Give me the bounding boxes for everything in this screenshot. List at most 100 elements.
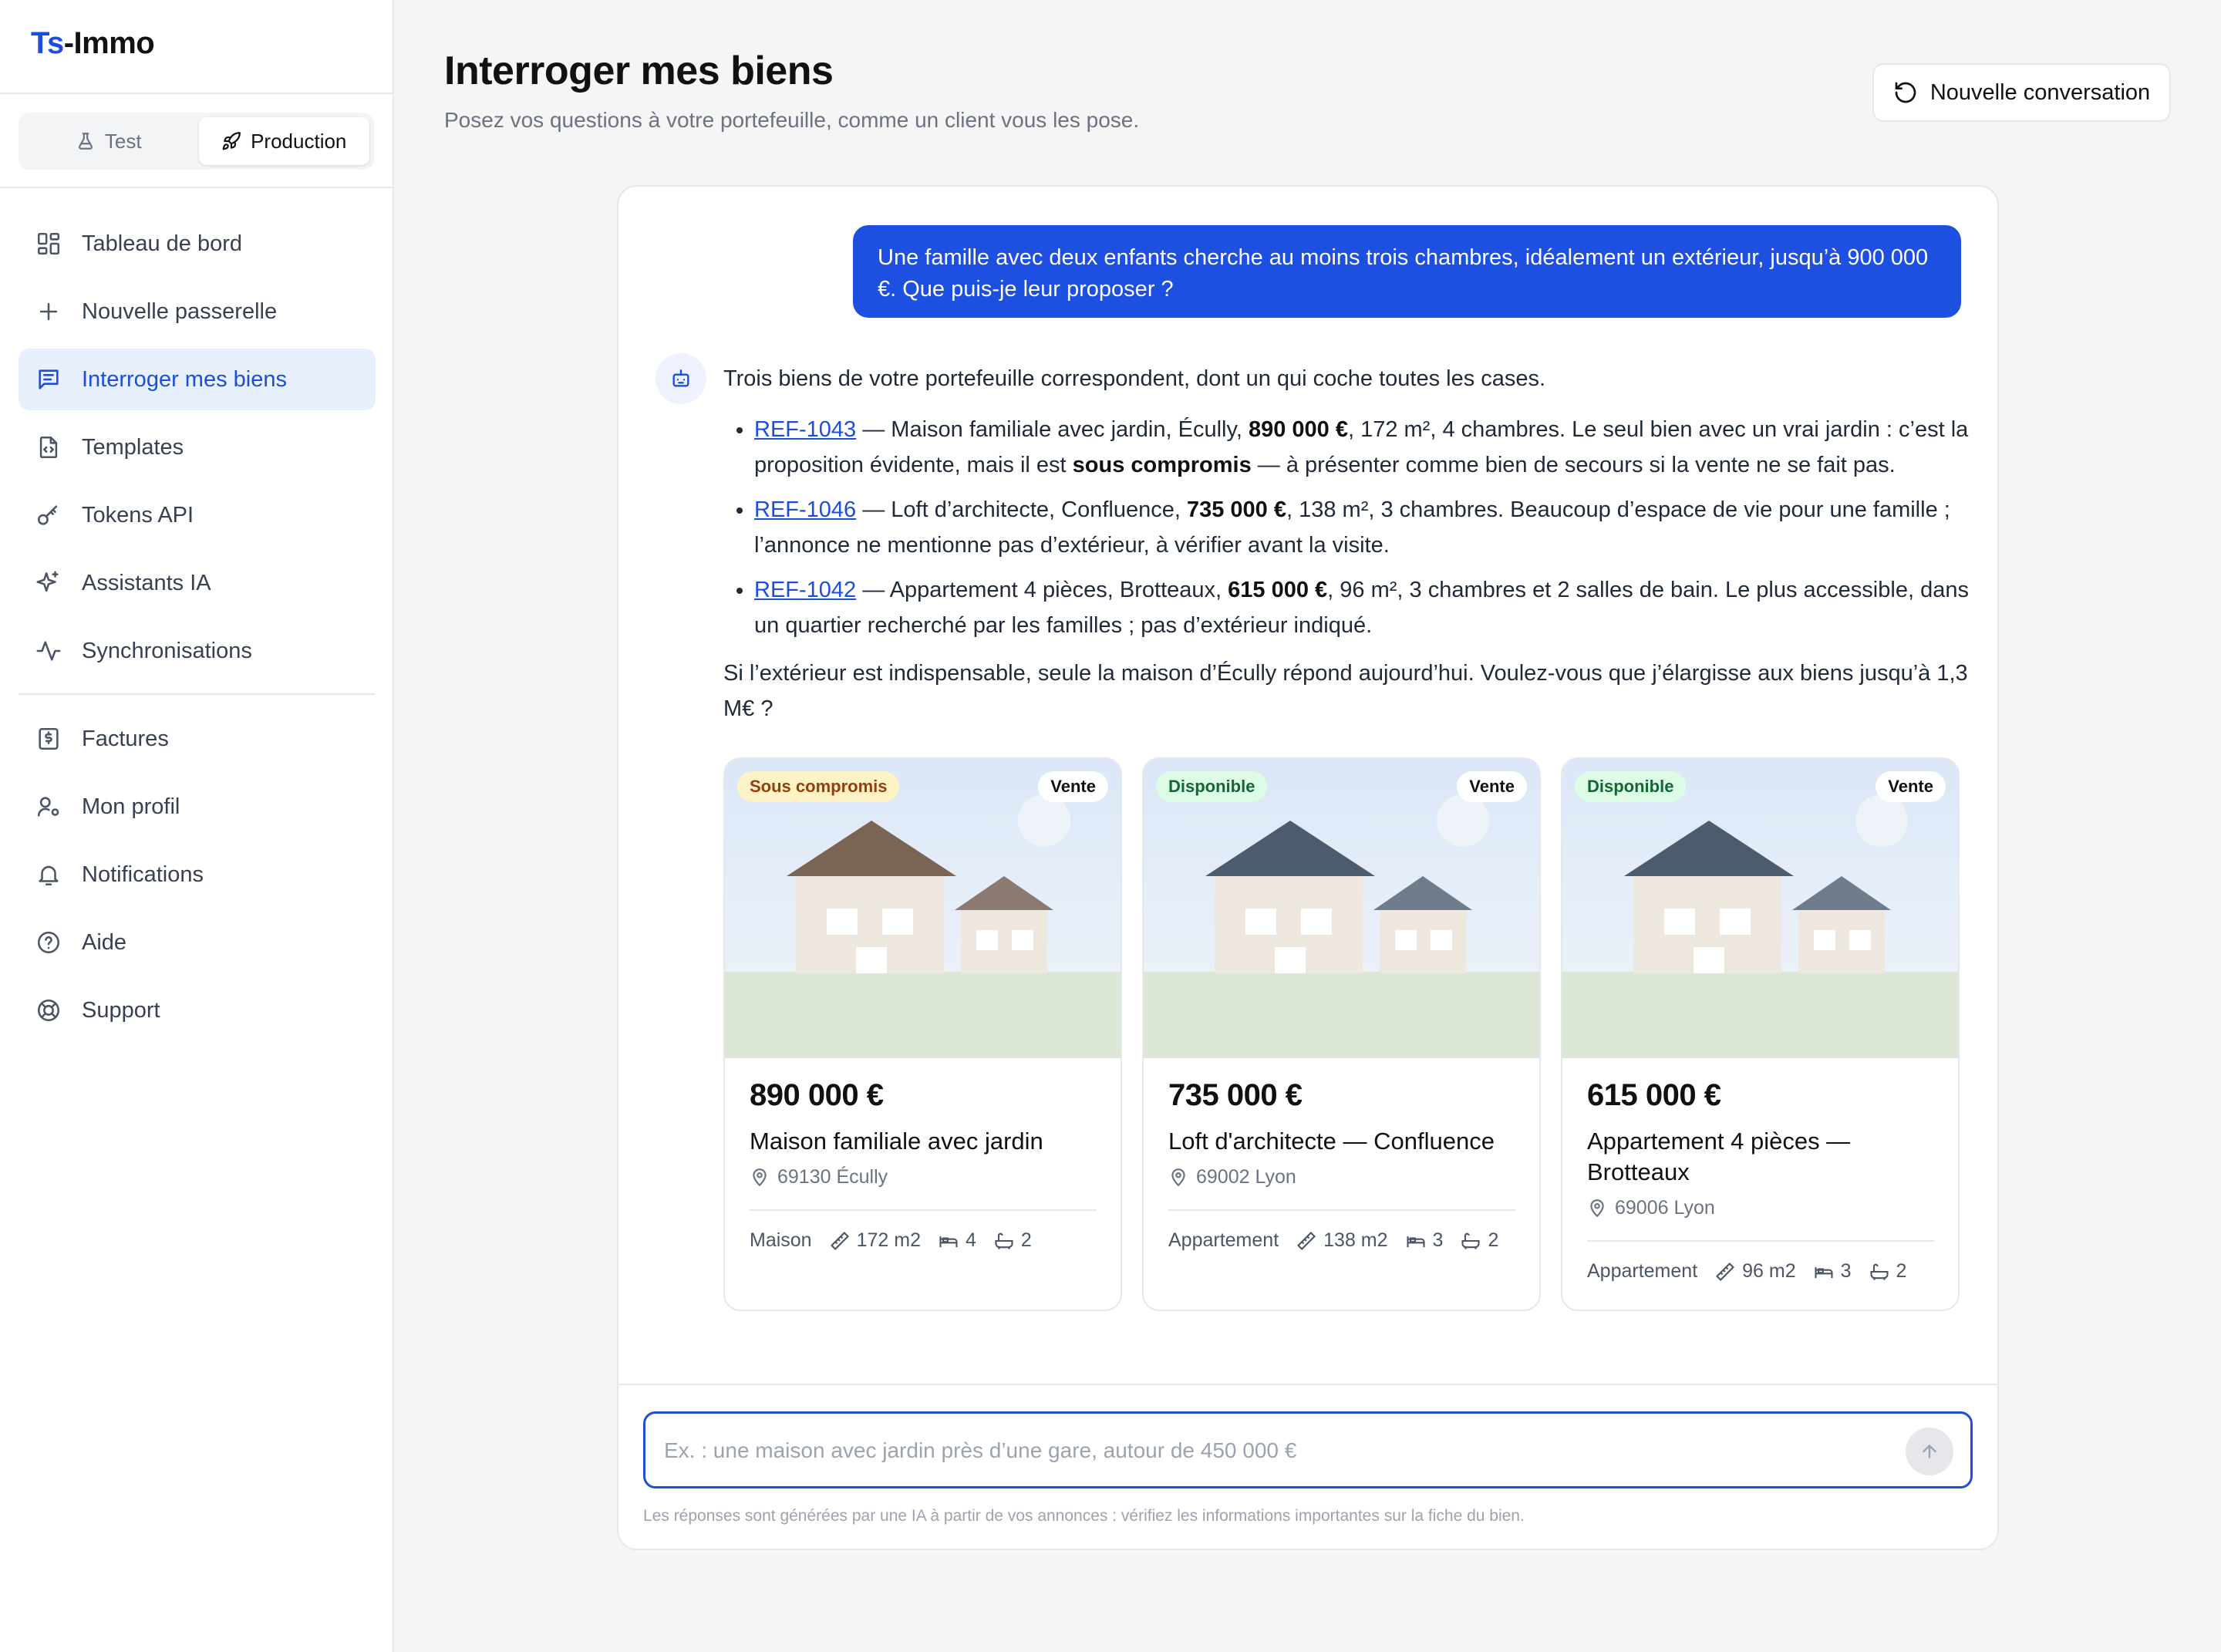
ruler-icon bbox=[1716, 1262, 1735, 1281]
ruler-icon bbox=[830, 1231, 849, 1250]
beds-value: 3 bbox=[1840, 1260, 1852, 1282]
sidebar-item-nouvelle-passerelle[interactable]: Nouvelle passerelle bbox=[19, 281, 376, 342]
bedrooms: 3 bbox=[1405, 1229, 1443, 1252]
chat-input[interactable] bbox=[664, 1431, 1882, 1471]
area-value: 138 m2 bbox=[1323, 1229, 1388, 1251]
plus-icon bbox=[39, 302, 58, 321]
ref-link[interactable]: REF-1042 bbox=[754, 578, 856, 602]
bed-icon bbox=[1406, 1236, 1425, 1247]
app-logo[interactable]: Ts-Immo bbox=[31, 26, 155, 61]
sidebar-item-support[interactable]: Support bbox=[19, 979, 376, 1041]
page-subtitle: Posez vos questions à votre portefeuille… bbox=[444, 108, 1140, 132]
arrow-up-icon bbox=[1923, 1445, 1936, 1458]
user-message: Une famille avec deux enfants cherche au… bbox=[853, 225, 1961, 318]
ai-disclaimer: Les réponses sont générées par une IA à … bbox=[643, 1507, 1525, 1525]
property-card[interactable]: Disponible Vente 735 000 € Loft d'archit… bbox=[1142, 757, 1541, 1311]
property-title: Loft d'architecte — Confluence bbox=[1168, 1128, 1495, 1155]
location-label: 69006 Lyon bbox=[1615, 1197, 1715, 1219]
bathrooms: 2 bbox=[1869, 1260, 1907, 1283]
sidebar-item-label: Factures bbox=[82, 726, 169, 751]
answer-text: — à présenter comme bien de secours si l… bbox=[1251, 453, 1896, 477]
property-location: 69130 Écully bbox=[750, 1166, 888, 1188]
divider bbox=[0, 93, 394, 94]
property-kind: Appartement bbox=[1168, 1229, 1279, 1251]
status-badge: Disponible bbox=[1156, 771, 1268, 802]
property-image bbox=[725, 759, 1121, 1058]
area: 96 m2 bbox=[1714, 1260, 1796, 1283]
send-button[interactable] bbox=[1906, 1428, 1953, 1475]
help-icon bbox=[37, 931, 60, 954]
property-card[interactable]: Sous compromis Vente 890 000 € Maison fa… bbox=[723, 757, 1122, 1311]
map-pin-icon bbox=[1590, 1199, 1604, 1217]
sidebar-item-label: Aide bbox=[82, 929, 127, 955]
bedrooms: 4 bbox=[938, 1229, 976, 1252]
status-badge: Disponible bbox=[1575, 771, 1687, 802]
divider bbox=[750, 1209, 1097, 1211]
property-image bbox=[1144, 759, 1539, 1058]
bed-icon bbox=[1815, 1266, 1833, 1278]
location-label: 69002 Lyon bbox=[1196, 1166, 1296, 1188]
logo-prefix: Ts bbox=[31, 26, 64, 60]
sidebar-item-tokens-api[interactable]: Tokens API bbox=[19, 484, 376, 546]
new-conversation-label: Nouvelle conversation bbox=[1929, 79, 2151, 105]
flask-icon bbox=[78, 133, 93, 150]
env-production-button[interactable]: Production bbox=[198, 117, 369, 165]
divider bbox=[19, 693, 376, 695]
chat-panel: Une famille avec deux enfants cherche au… bbox=[617, 185, 1999, 1550]
ref-link[interactable]: REF-1046 bbox=[754, 497, 856, 522]
divider bbox=[0, 187, 394, 188]
baths-value: 2 bbox=[1020, 1229, 1032, 1251]
property-meta: Maison 172 m2 4 2 bbox=[750, 1229, 1032, 1252]
property-card[interactable]: Disponible Vente 615 000 € Appartement 4… bbox=[1561, 757, 1960, 1311]
key-icon bbox=[37, 505, 58, 525]
property-title: Maison familiale avec jardin bbox=[750, 1128, 1043, 1155]
sidebar-item-synchronisations[interactable]: Synchronisations bbox=[19, 620, 376, 682]
bathrooms: 2 bbox=[1460, 1229, 1498, 1252]
sidebar-item-aide[interactable]: Aide bbox=[19, 912, 376, 973]
sidebar-item-notifications[interactable]: Notifications bbox=[19, 844, 376, 905]
sidebar-item-label: Tableau de bord bbox=[82, 231, 242, 256]
new-conversation-button[interactable]: Nouvelle conversation bbox=[1872, 63, 2171, 122]
activity-icon bbox=[36, 641, 61, 661]
property-meta: Appartement 96 m2 3 2 bbox=[1587, 1260, 1906, 1283]
answer-text: — Appartement 4 pièces, Brotteaux, bbox=[856, 578, 1228, 602]
sidebar-item-mon-profil[interactable]: Mon profil bbox=[19, 776, 376, 838]
divider bbox=[1168, 1209, 1515, 1211]
bath-icon bbox=[995, 1232, 1013, 1249]
chat-composer bbox=[643, 1411, 1973, 1488]
list-item: REF-1043 — Maison familiale avec jardin,… bbox=[754, 412, 1973, 483]
invoice-icon bbox=[39, 727, 59, 750]
file-code-icon bbox=[39, 436, 58, 459]
bath-icon bbox=[1461, 1232, 1480, 1249]
transaction-type-badge: Vente bbox=[1038, 771, 1108, 802]
sidebar-item-templates[interactable]: Templates bbox=[19, 416, 376, 478]
sidebar-item-assistants-ia[interactable]: Assistants IA bbox=[19, 552, 376, 614]
ref-link[interactable]: REF-1043 bbox=[754, 417, 856, 442]
chat-icon bbox=[39, 369, 59, 389]
env-test-button[interactable]: Test bbox=[23, 117, 194, 165]
sparkles-icon bbox=[36, 571, 59, 592]
rocket-icon bbox=[222, 132, 241, 150]
sidebar-item-label: Templates bbox=[82, 434, 184, 460]
status-badge: Sous compromis bbox=[737, 771, 900, 802]
list-item: REF-1046 — Loft d’architecte, Confluence… bbox=[754, 492, 1973, 563]
baths-value: 2 bbox=[1896, 1260, 1907, 1282]
sidebar-item-interroger-mes-biens[interactable]: Interroger mes biens bbox=[19, 349, 376, 410]
property-image bbox=[1562, 759, 1958, 1058]
area: 172 m2 bbox=[829, 1229, 921, 1252]
location-label: 69130 Écully bbox=[777, 1166, 888, 1188]
sidebar-item-factures[interactable]: Factures bbox=[19, 708, 376, 770]
page-title: Interroger mes biens bbox=[444, 49, 834, 93]
user-cog-icon bbox=[37, 797, 59, 817]
transaction-type-badge: Vente bbox=[1457, 771, 1527, 802]
property-cards: Sous compromis Vente 890 000 € Maison fa… bbox=[723, 757, 1960, 1311]
bed-icon bbox=[939, 1236, 958, 1247]
property-price: 890 000 € bbox=[750, 1078, 884, 1112]
sidebar-item-tableau-de-bord[interactable]: Tableau de bord bbox=[19, 213, 376, 275]
bedrooms: 3 bbox=[1813, 1260, 1852, 1283]
sidebar-item-label: Mon profil bbox=[82, 794, 180, 819]
property-location: 69002 Lyon bbox=[1168, 1166, 1296, 1188]
env-test-label: Test bbox=[104, 129, 142, 153]
logo-suffix: -Immo bbox=[63, 26, 155, 60]
ruler-icon bbox=[1297, 1231, 1316, 1250]
